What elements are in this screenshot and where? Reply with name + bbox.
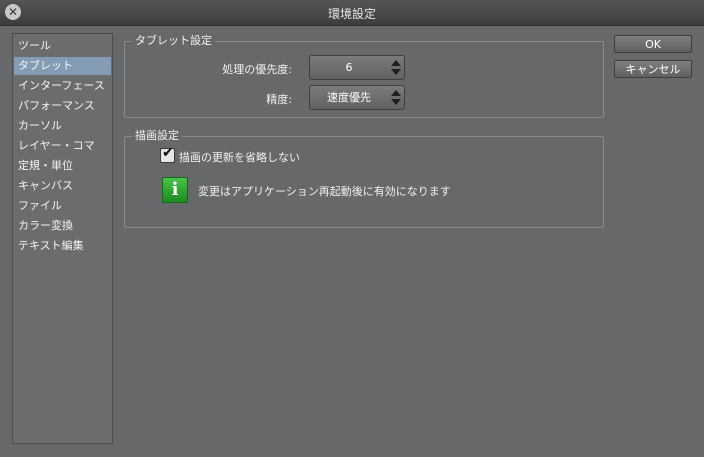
info-icon: i [162,177,188,203]
arrow-down-icon[interactable] [391,69,401,75]
precision-value: 速度優先 [327,91,371,104]
tablet-settings-title: タブレット設定 [132,34,215,48]
arrow-down-icon[interactable] [391,99,401,105]
cancel-button[interactable]: キャンセル [614,60,692,78]
sidebar-item-text-editing[interactable]: テキスト編集 [14,237,111,255]
arrow-up-icon[interactable] [391,60,401,66]
sidebar-item-tablet[interactable]: タブレット [14,57,111,75]
select-arrows-icon[interactable] [388,86,404,109]
priority-value: 6 [345,61,353,74]
preferences-window: ✕ 環境設定 ツール タブレット インターフェース パフォーマンス カーソル レ… [0,0,704,457]
precision-label: 精度: [266,93,292,106]
sidebar-item-cursor[interactable]: カーソル [14,117,111,135]
sidebar-item-ruler-unit[interactable]: 定規・単位 [14,157,111,175]
sidebar-item-layer-frame[interactable]: レイヤー・コマ [14,137,111,155]
priority-spinner[interactable]: 6 [309,55,405,80]
sidebar-item-canvas[interactable]: キャンバス [14,177,111,195]
ok-button[interactable]: OK [614,35,692,53]
sidebar-item-interface[interactable]: インターフェース [14,77,111,95]
priority-label: 処理の優先度: [222,63,292,76]
sidebar-item-performance[interactable]: パフォーマンス [14,97,111,115]
category-list: ツール タブレット インターフェース パフォーマンス カーソル レイヤー・コマ … [12,33,113,444]
window-title: 環境設定 [327,7,376,21]
skip-update-checkbox[interactable]: ✔ [160,145,175,163]
restart-notice: 変更はアプリケーション再起動後に有効になります [198,185,451,198]
title-bar[interactable]: ✕ 環境設定 [0,0,704,26]
sidebar-item-color-conversion[interactable]: カラー変換 [14,217,111,235]
sidebar-item-file[interactable]: ファイル [14,197,111,215]
skip-update-label[interactable]: 描画の更新を省略しない [179,149,300,165]
precision-select[interactable]: 速度優先 [309,85,405,110]
arrow-up-icon[interactable] [391,90,401,96]
spinner-arrows-icon[interactable] [388,56,404,79]
check-icon: ✔ [162,145,174,161]
drawing-settings-title: 描画設定 [132,129,182,143]
sidebar-item-tools[interactable]: ツール [14,37,111,55]
